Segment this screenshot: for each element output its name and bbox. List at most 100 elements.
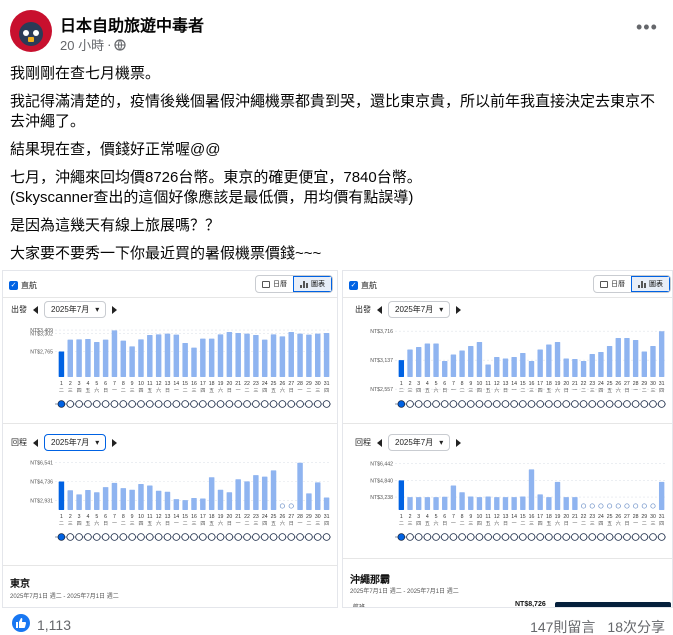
date-radio[interactable] bbox=[181, 400, 189, 408]
date-radio[interactable] bbox=[199, 400, 207, 408]
date-radio[interactable] bbox=[137, 400, 145, 408]
date-radio[interactable] bbox=[181, 533, 189, 541]
price-bar[interactable] bbox=[494, 497, 500, 510]
price-bar[interactable] bbox=[288, 332, 294, 377]
price-bar[interactable] bbox=[598, 352, 604, 377]
date-radio[interactable] bbox=[571, 400, 579, 408]
price-bar[interactable] bbox=[279, 336, 286, 377]
price-bar[interactable] bbox=[138, 483, 144, 510]
date-radio[interactable] bbox=[605, 533, 614, 541]
price-bar[interactable] bbox=[94, 342, 100, 377]
price-bar[interactable] bbox=[138, 339, 144, 377]
date-radio[interactable] bbox=[640, 533, 649, 541]
date-radio[interactable] bbox=[252, 400, 260, 408]
price-bar[interactable] bbox=[589, 354, 595, 377]
share-count[interactable]: 18次分享 bbox=[607, 617, 665, 635]
date-radio[interactable] bbox=[536, 533, 544, 541]
date-radio[interactable] bbox=[101, 400, 110, 408]
date-radio[interactable] bbox=[287, 533, 296, 541]
date-radio[interactable] bbox=[190, 533, 198, 541]
date-radio[interactable] bbox=[110, 400, 119, 408]
select-flight-button[interactable] bbox=[555, 602, 671, 607]
calendar-view-button[interactable]: 日曆 bbox=[256, 276, 293, 292]
prev-month-icon[interactable] bbox=[33, 438, 38, 447]
price-bar[interactable] bbox=[537, 494, 543, 510]
direct-flight-checkbox[interactable]: ✓ 直航 bbox=[9, 280, 37, 291]
price-bar[interactable] bbox=[624, 338, 630, 377]
date-radio[interactable] bbox=[313, 400, 322, 408]
price-bar[interactable] bbox=[102, 339, 109, 377]
price-bar[interactable] bbox=[217, 489, 224, 510]
date-radio[interactable] bbox=[163, 533, 172, 541]
price-bar[interactable] bbox=[147, 485, 153, 510]
date-radio[interactable] bbox=[597, 400, 605, 408]
okinawa-price-screenshot[interactable]: ✓ 直航 日曆 圖表 出發 2025年7月 ▾ NT$3,716 NT$3,137… bbox=[342, 270, 673, 608]
price-bar[interactable] bbox=[182, 343, 188, 377]
price-bar[interactable] bbox=[485, 496, 491, 510]
date-radio[interactable] bbox=[623, 400, 631, 408]
price-bar[interactable] bbox=[270, 470, 277, 510]
return-price-chart[interactable]: NT$6,442NT$4,840NT$3,2381二2三3四4五5六6日7一8二… bbox=[343, 456, 673, 550]
date-radio[interactable] bbox=[296, 533, 304, 541]
date-radio[interactable] bbox=[597, 533, 605, 541]
date-radio[interactable] bbox=[101, 533, 110, 541]
date-radio[interactable] bbox=[631, 533, 640, 541]
price-bar[interactable] bbox=[200, 498, 206, 510]
date-radio[interactable] bbox=[207, 400, 216, 408]
view-toggle[interactable]: 日曆 圖表 bbox=[255, 275, 333, 293]
price-bar[interactable] bbox=[297, 462, 303, 510]
price-bar[interactable] bbox=[164, 333, 171, 377]
date-radio[interactable] bbox=[154, 533, 163, 541]
date-radio[interactable] bbox=[501, 400, 510, 408]
price-bar[interactable] bbox=[511, 357, 517, 377]
price-bar[interactable] bbox=[476, 342, 483, 377]
date-radio[interactable] bbox=[423, 533, 432, 541]
date-radio[interactable] bbox=[484, 533, 492, 541]
price-bar[interactable] bbox=[641, 351, 647, 378]
price-bar[interactable] bbox=[658, 331, 665, 377]
price-bar[interactable] bbox=[554, 481, 561, 510]
price-bar[interactable] bbox=[173, 499, 180, 510]
date-radio[interactable] bbox=[234, 533, 242, 541]
price-bar[interactable] bbox=[424, 343, 431, 378]
price-bar[interactable] bbox=[111, 482, 118, 510]
price-bar[interactable] bbox=[407, 349, 413, 378]
price-bar[interactable] bbox=[442, 496, 448, 510]
date-radio[interactable] bbox=[110, 533, 119, 541]
date-radio[interactable] bbox=[128, 400, 136, 408]
date-radio[interactable] bbox=[305, 533, 313, 541]
prev-month-icon[interactable] bbox=[377, 438, 382, 447]
return-month-select[interactable]: 2025年7月 ▾ bbox=[44, 434, 107, 451]
price-bar[interactable] bbox=[563, 497, 569, 510]
date-radio[interactable] bbox=[260, 400, 269, 408]
date-radio[interactable] bbox=[553, 533, 562, 541]
date-radio[interactable] bbox=[146, 533, 154, 541]
date-radio[interactable] bbox=[432, 400, 440, 408]
price-bar[interactable] bbox=[537, 349, 543, 378]
date-radio[interactable] bbox=[484, 400, 492, 408]
date-radio[interactable] bbox=[287, 400, 296, 408]
no-price-marker[interactable] bbox=[615, 503, 621, 509]
date-radio[interactable] bbox=[492, 400, 501, 408]
date-radio[interactable] bbox=[172, 400, 181, 408]
chart-view-button[interactable]: 圖表 bbox=[293, 276, 332, 292]
date-radio[interactable] bbox=[92, 533, 101, 541]
price-bar[interactable] bbox=[253, 335, 259, 377]
date-radio[interactable] bbox=[225, 400, 234, 408]
price-bar[interactable] bbox=[76, 339, 82, 377]
price-bar[interactable] bbox=[398, 360, 405, 377]
date-radio[interactable] bbox=[225, 533, 234, 541]
price-bar[interactable] bbox=[528, 469, 535, 510]
price-bar[interactable] bbox=[217, 334, 224, 377]
price-bar[interactable] bbox=[208, 338, 215, 377]
price-bar[interactable] bbox=[164, 491, 171, 510]
price-bar[interactable] bbox=[226, 332, 233, 377]
price-bar[interactable] bbox=[58, 351, 65, 378]
tokyo-price-screenshot[interactable]: ✓ 直航 日曆 圖表 出發 2025年7月 ▾ NT$3,409 NT$3,302… bbox=[2, 270, 338, 608]
date-radio[interactable] bbox=[649, 400, 657, 408]
outbound-price-chart[interactable]: NT$3,409NT$3,302NT$2,7651二2三3四4五5六6日7一8二… bbox=[3, 323, 338, 417]
date-radio[interactable] bbox=[243, 400, 251, 408]
price-bar[interactable] bbox=[442, 361, 448, 377]
price-bar[interactable] bbox=[398, 480, 405, 510]
date-radio[interactable] bbox=[579, 533, 588, 541]
